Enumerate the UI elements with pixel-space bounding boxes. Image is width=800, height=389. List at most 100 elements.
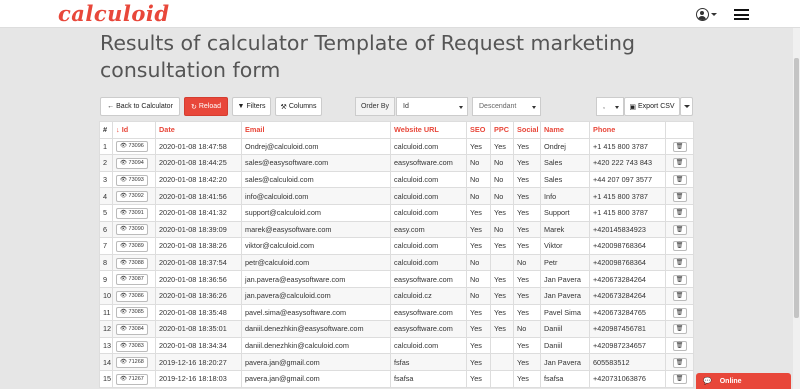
table-row: 10 👁 73086 2020-01-08 18:36:26 jan.pavera@c… <box>99 286 694 305</box>
view-entry-button[interactable]: 👁 73094 <box>116 157 148 169</box>
trash-icon[interactable]: 🗑 <box>672 291 687 302</box>
id-cell: 👁 73087 <box>112 270 156 288</box>
date-cell: 2019-12-16 18:20:27 <box>155 353 242 371</box>
calculoid-logo[interactable]: calculoid <box>58 1 170 26</box>
table-row: 5 👁 73091 2020-01-08 18:41:32 support@calcu… <box>99 203 694 222</box>
table-row: 12 👁 73084 2020-01-08 18:35:01 daniil.denez… <box>99 320 694 338</box>
social-cell: Yes <box>513 336 541 355</box>
scrollbar-thumb[interactable] <box>794 58 799 318</box>
col-header-website[interactable]: Website URL <box>390 121 467 139</box>
order-by-value: Id <box>403 103 409 110</box>
name-cell: Daniil <box>540 320 590 338</box>
view-entry-button[interactable]: 👁 73091 <box>116 207 148 219</box>
hamburger-menu-icon[interactable] <box>734 9 749 20</box>
trash-icon[interactable]: 🗑 <box>672 307 687 318</box>
id-cell: 👁 73092 <box>112 187 156 205</box>
csv-separator-select[interactable]: , <box>596 97 624 116</box>
view-entry-button[interactable]: 👁 71267 <box>116 373 148 385</box>
export-options-dropdown[interactable] <box>680 97 693 116</box>
eye-icon: 👁 <box>120 359 129 366</box>
seo-cell: Yes <box>466 220 491 239</box>
trash-icon[interactable]: 🗑 <box>672 241 687 252</box>
trash-icon[interactable]: 🗑 <box>672 191 687 202</box>
email-cell: sales@calculoid.com <box>241 170 391 189</box>
eye-icon: 👁 <box>120 309 129 316</box>
date-cell: 2019-12-16 18:18:03 <box>155 369 242 388</box>
trash-icon[interactable]: 🗑 <box>672 208 687 219</box>
eye-icon: 👁 <box>120 159 129 166</box>
view-entry-button[interactable]: 👁 73083 <box>116 340 148 352</box>
back-to-calculator-button[interactable]: ← Back to Calculator <box>100 97 180 116</box>
view-entry-button[interactable]: 👁 73085 <box>116 307 148 319</box>
email-cell: marek@easysoftware.com <box>241 220 391 239</box>
view-entry-button[interactable]: 👁 73086 <box>116 290 148 302</box>
trash-icon[interactable]: 🗑 <box>672 158 687 169</box>
name-cell: Pavel Sima <box>540 303 590 322</box>
reload-button[interactable]: ↻ Reload <box>184 97 228 116</box>
col-header-id[interactable]: ↓ Id <box>112 121 156 139</box>
name-cell: Marek <box>540 220 590 239</box>
social-cell: Yes <box>513 353 541 371</box>
row-index: 10 <box>99 286 113 305</box>
trash-icon[interactable]: 🗑 <box>672 324 687 335</box>
trash-icon[interactable]: 🗑 <box>672 258 687 269</box>
col-header-date[interactable]: Date <box>155 121 242 139</box>
seo-cell: Yes <box>466 203 491 222</box>
eye-icon: 👁 <box>120 259 129 266</box>
date-cell: 2020-01-08 18:39:09 <box>155 220 242 239</box>
trash-icon[interactable]: 🗑 <box>672 175 687 186</box>
col-header-seo[interactable]: SEO <box>466 121 491 139</box>
page-scrollbar[interactable] <box>793 28 800 389</box>
csv-separator-value: , <box>603 103 605 110</box>
view-entry-button[interactable]: 👁 73092 <box>116 191 148 203</box>
wrench-icon: ⚒ <box>280 103 287 111</box>
trash-icon[interactable]: 🗑 <box>672 274 687 285</box>
col-header-email[interactable]: Email <box>241 121 391 139</box>
order-by-select[interactable]: Id <box>396 97 468 116</box>
entry-id-label: 73094 <box>128 159 144 166</box>
table-row: 13 👁 73083 2020-01-08 18:34:34 daniil.denez… <box>99 336 694 355</box>
trash-icon[interactable]: 🗑 <box>672 341 687 352</box>
online-chat-button[interactable]: 💬 Online <box>696 373 791 389</box>
table-body: 1 👁 73096 2020-01-08 18:47:58 Ondrej@calcul… <box>99 137 694 388</box>
view-entry-button[interactable]: 👁 73093 <box>116 174 148 186</box>
view-entry-button[interactable]: 👁 73096 <box>116 141 148 153</box>
view-entry-button[interactable]: 👁 73087 <box>116 274 148 286</box>
col-header-name[interactable]: Name <box>540 121 590 139</box>
col-header-social[interactable]: Social <box>513 121 541 139</box>
columns-button[interactable]: ⚒ Columns <box>275 97 322 116</box>
email-cell: jan.pavera@calculoid.com <box>241 286 391 305</box>
phone-cell: +420098768364 <box>589 253 666 272</box>
phone-cell: 605583512 <box>589 353 666 371</box>
row-index: 15 <box>99 369 113 388</box>
trash-icon[interactable]: 🗑 <box>672 141 687 152</box>
table-row: 3 👁 73093 2020-01-08 18:42:20 sales@calculo… <box>99 170 694 189</box>
export-csv-button[interactable]: ▣ Export CSV <box>624 97 680 116</box>
trash-icon[interactable]: 🗑 <box>672 224 687 235</box>
social-cell: Yes <box>513 270 541 288</box>
actions-cell: 🗑 <box>665 220 694 239</box>
entry-id-label: 73084 <box>128 325 144 332</box>
save-icon: ▣ <box>629 103 637 111</box>
actions-cell: 🗑 <box>665 237 694 255</box>
id-cell: 👁 73093 <box>112 170 156 189</box>
trash-icon[interactable]: 🗑 <box>672 374 687 385</box>
filters-button[interactable]: ▼ Filters <box>232 97 271 116</box>
seo-cell: Yes <box>466 137 491 156</box>
seo-cell: No <box>466 170 491 189</box>
col-header-ppc[interactable]: PPC <box>490 121 514 139</box>
view-entry-button[interactable]: 👁 73090 <box>116 224 148 236</box>
view-entry-button[interactable]: 👁 73089 <box>116 240 148 252</box>
order-direction-select[interactable]: Descendant <box>472 97 541 116</box>
view-entry-button[interactable]: 👁 71268 <box>116 357 148 369</box>
view-entry-button[interactable]: 👁 73088 <box>116 257 148 269</box>
results-table-container: # ↓ Id Date Email Website URL SEO PPC So… <box>99 121 694 388</box>
view-entry-button[interactable]: 👁 73084 <box>116 323 148 335</box>
col-header-phone[interactable]: Phone <box>589 121 666 139</box>
trash-icon[interactable]: 🗑 <box>672 357 687 368</box>
ppc-cell: No <box>490 170 514 189</box>
filter-icon: ▼ <box>237 103 245 110</box>
user-menu-toggle[interactable] <box>696 8 717 21</box>
date-cell: 2020-01-08 18:41:56 <box>155 187 242 205</box>
top-navbar: calculoid <box>0 0 800 28</box>
